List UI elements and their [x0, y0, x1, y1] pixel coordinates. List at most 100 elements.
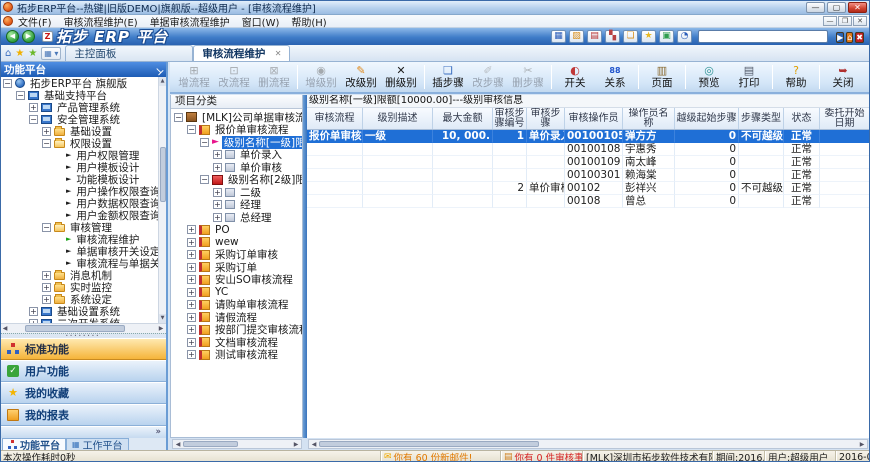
tree-item[interactable]: +基础设置系统 — [0, 305, 158, 317]
scrollbar-thumb[interactable] — [160, 147, 166, 202]
tree-item[interactable]: −拓步ERP平台 旗舰版 — [0, 77, 158, 89]
expand-icon[interactable]: + — [29, 307, 38, 316]
edit-level-button[interactable]: ✎改级别 — [341, 63, 381, 92]
expand-icon[interactable]: + — [42, 271, 51, 280]
scroll-up-icon[interactable]: ▲ — [159, 77, 166, 86]
tree-item[interactable]: +安山SO审核流程 — [171, 274, 302, 287]
column-header[interactable]: 审核流程 — [307, 108, 363, 129]
expand-icon[interactable]: + — [187, 350, 196, 359]
scrollbar-thumb[interactable] — [183, 441, 238, 447]
column-header[interactable]: 状态 — [784, 108, 820, 129]
tree-item[interactable]: ►功能模板设计 — [0, 173, 158, 185]
favorite-star-icon[interactable]: ★ — [15, 48, 24, 59]
quick-search-input[interactable] — [698, 30, 828, 43]
tree-item[interactable]: +采购订单审核 — [171, 249, 302, 262]
tree-item[interactable]: +总经理 — [171, 211, 302, 224]
tree-item[interactable]: +请购单审核流程 — [171, 299, 302, 312]
expand-icon[interactable]: + — [42, 283, 51, 292]
tree-item[interactable]: ►用户数据权限查询 — [0, 197, 158, 209]
column-header[interactable]: 委托开始日期 — [820, 108, 870, 129]
modules-icon[interactable]: ▦ — [551, 30, 566, 43]
column-header[interactable]: 审核步骤编号 — [493, 108, 527, 129]
delete-step-button[interactable]: ✂删步骤 — [508, 63, 548, 92]
expand-icon[interactable]: + — [187, 313, 196, 322]
pin-icon[interactable]: ⊤ — [151, 63, 164, 76]
tree-item[interactable]: +基础设置 — [0, 125, 158, 137]
expand-icon[interactable]: + — [187, 275, 196, 284]
collapse-icon[interactable]: − — [42, 223, 51, 232]
scrollbar-thumb[interactable] — [25, 325, 125, 332]
tree-item[interactable]: −权限设置 — [0, 137, 158, 149]
delete-flow-button[interactable]: ⊠删流程 — [254, 63, 294, 92]
add-level-button[interactable]: ◉增级别 — [301, 63, 341, 92]
tree-item[interactable]: +YC — [171, 286, 302, 299]
tree-item[interactable]: +测试审核流程 — [171, 349, 302, 362]
column-header[interactable]: 操作员名称 — [623, 108, 675, 129]
collapse-icon[interactable]: − — [3, 79, 12, 88]
collapse-icon[interactable]: − — [200, 175, 209, 184]
add-favorite-star-icon[interactable]: ★ — [28, 48, 37, 59]
page-button[interactable]: ▥页面 — [642, 63, 682, 92]
scrollbar-thumb[interactable] — [319, 441, 539, 447]
table-row[interactable]: 00108曾总0正常 — [307, 195, 870, 208]
folder-add-icon[interactable]: ❏ — [623, 30, 638, 43]
tree-item[interactable]: +产品管理系统 — [0, 101, 158, 113]
expand-icon[interactable]: + — [187, 263, 196, 272]
minimize-button[interactable]: — — [806, 2, 825, 13]
collapse-icon[interactable]: − — [187, 125, 196, 134]
collapse-icon[interactable]: − — [42, 139, 51, 148]
relation-button[interactable]: 88关系 — [595, 63, 635, 92]
insert-step-button[interactable]: ❏插步骤 — [428, 63, 468, 92]
expand-icon[interactable]: + — [29, 103, 38, 112]
tree-item[interactable]: +单价录入 — [171, 149, 302, 162]
tree-item[interactable]: −►级别名称[一级]限额[100 — [171, 136, 302, 149]
print-button[interactable]: ▤打印 — [729, 63, 769, 92]
column-header[interactable]: 审核操作员 — [565, 108, 623, 129]
scroll-left-icon[interactable]: ◀ — [173, 441, 183, 448]
table-row[interactable]: 报价单审核流程一级10, 000.1单价录入00100105弹方方0不可越级正常 — [307, 130, 870, 143]
tab-list-dropdown[interactable]: ▦ ▾ — [41, 47, 61, 60]
star-icon[interactable]: ★ — [641, 30, 656, 43]
close-button[interactable]: ✕ — [848, 2, 867, 13]
expand-icon[interactable]: + — [187, 325, 196, 334]
expand-icon[interactable]: + — [187, 288, 196, 297]
tab-work-platform[interactable]: ▦工作平台 — [66, 438, 129, 450]
tree-item[interactable]: −[MLK]公司单据审核流程维护 — [171, 111, 302, 124]
tree-item[interactable]: ►审核流程与单据关系 — [0, 257, 158, 269]
mdi-restore-button[interactable]: ❐ — [838, 16, 852, 26]
tree-item[interactable]: ►用户操作权限查询 — [0, 185, 158, 197]
tree-item[interactable]: −安全管理系统 — [0, 113, 158, 125]
tree-item[interactable]: ►单据审核开关设定 — [0, 245, 158, 257]
preview-button[interactable]: ◎预览 — [689, 63, 729, 92]
tree-item[interactable]: +单价审核 — [171, 161, 302, 174]
table-row[interactable]: 00100301赖海棠0正常 — [307, 169, 870, 182]
sidebar-button-standard-functions[interactable]: 标准功能 — [0, 338, 166, 360]
expand-icon[interactable]: + — [42, 127, 51, 136]
tree-item[interactable]: ►用户权限管理 — [0, 149, 158, 161]
mdi-close-button[interactable]: ✕ — [853, 16, 867, 26]
tree-item[interactable]: −报价单审核流程 — [171, 124, 302, 137]
tree-item[interactable]: +文档审核流程 — [171, 336, 302, 349]
org-chart-icon[interactable]: ▚ — [605, 30, 620, 43]
tree-item[interactable]: ►审核流程维护 — [0, 233, 158, 245]
menu-item[interactable]: 帮助(H) — [291, 14, 326, 29]
expand-icon[interactable]: + — [213, 150, 222, 159]
close-button[interactable]: ➥关闭 — [823, 63, 863, 92]
sidebar-button-my-favorites[interactable]: ★我的收藏 — [0, 382, 166, 404]
project-horizontal-scrollbar[interactable]: ◀ ▶ — [172, 439, 302, 449]
scroll-right-icon[interactable]: ▶ — [156, 325, 166, 332]
menu-item[interactable]: 文件(F) — [18, 14, 52, 29]
expand-icon[interactable]: + — [42, 295, 51, 304]
maximize-button[interactable]: ▢ — [827, 2, 846, 13]
edit-step-button[interactable]: ✐改步骤 — [468, 63, 508, 92]
tree-item[interactable]: −审核管理 — [0, 221, 158, 233]
tree-item[interactable]: +系统设定 — [0, 293, 158, 305]
expand-icon[interactable]: + — [187, 300, 196, 309]
tree-item[interactable]: +消息机制 — [0, 269, 158, 281]
back-button[interactable]: ◀ — [6, 30, 19, 43]
expand-icon[interactable]: + — [187, 250, 196, 259]
help-button[interactable]: ?帮助 — [776, 63, 816, 92]
go-button[interactable]: ▶ — [836, 32, 844, 43]
collapse-icon[interactable]: − — [200, 138, 209, 147]
tree-item[interactable]: −级别名称[2级]限额[1000 — [171, 174, 302, 187]
